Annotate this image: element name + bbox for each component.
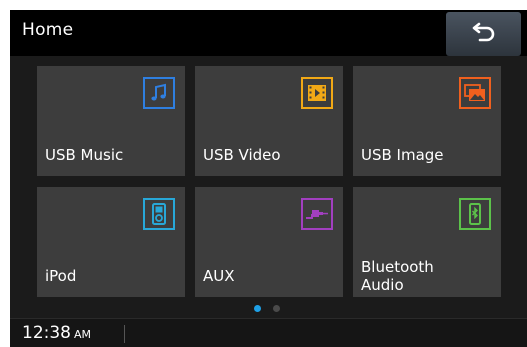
back-arrow-icon <box>471 21 497 47</box>
clock: 12:38 AM <box>22 323 91 343</box>
usb-video-label: USB Video <box>203 146 281 164</box>
status-bar: 12:38 AM <box>10 318 527 347</box>
page-dot-active[interactable] <box>254 305 261 312</box>
page-dot[interactable] <box>273 305 280 312</box>
ipod-tile[interactable]: iPod <box>37 187 185 297</box>
aux-label: AUX <box>203 267 235 285</box>
bluetooth-audio-label: Bluetooth Audio <box>361 258 434 294</box>
bluetooth-phone-icon <box>459 198 491 230</box>
ipod-icon <box>143 198 175 230</box>
back-button[interactable] <box>446 12 521 56</box>
clock-time: 12:38 <box>22 323 71 343</box>
ipod-label: iPod <box>45 267 77 285</box>
bluetooth-audio-tile[interactable]: Bluetooth Audio <box>353 187 501 297</box>
clock-ampm: AM <box>74 328 92 341</box>
usb-music-tile[interactable]: USB Music <box>37 66 185 176</box>
usb-image-tile[interactable]: USB Image <box>353 66 501 176</box>
page-title: Home <box>22 20 74 40</box>
usb-video-tile[interactable]: USB Video <box>195 66 343 176</box>
aux-cable-icon <box>301 198 333 230</box>
source-menu: USB Music USB Video USB Image iPod AUX B… <box>10 56 527 318</box>
film-play-icon <box>301 77 333 109</box>
aux-tile[interactable]: AUX <box>195 187 343 297</box>
usb-music-label: USB Music <box>45 146 124 164</box>
status-divider <box>124 325 125 343</box>
image-gallery-icon <box>459 77 491 109</box>
home-screen: Home USB Music USB Video USB Image iPod … <box>10 10 527 347</box>
usb-image-label: USB Image <box>361 146 444 164</box>
header-bar: Home <box>10 10 527 56</box>
music-note-icon <box>143 77 175 109</box>
